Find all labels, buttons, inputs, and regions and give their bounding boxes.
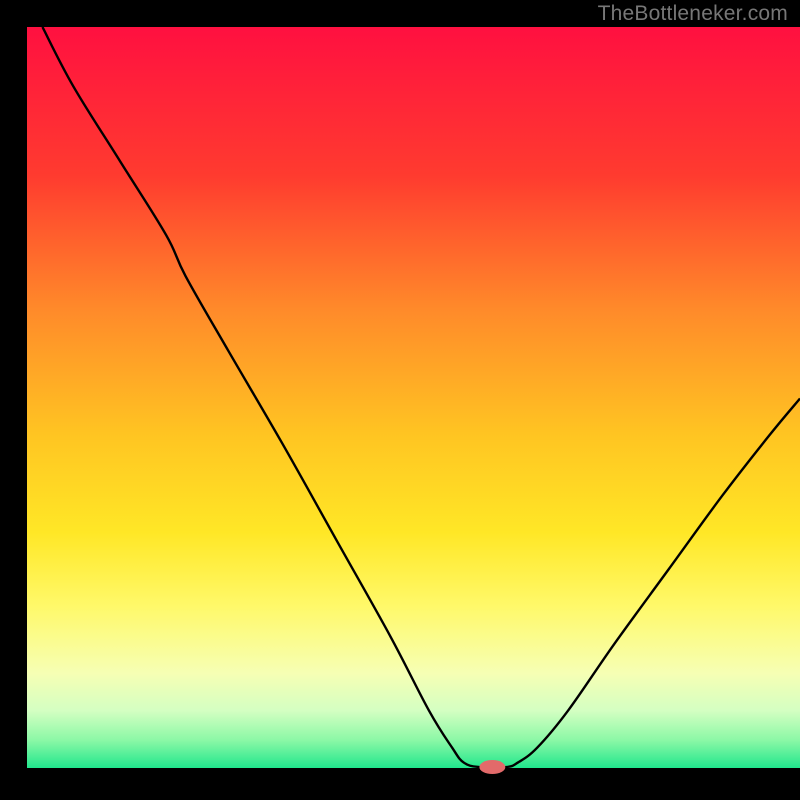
- optimal-point-marker: [479, 760, 505, 774]
- watermark-text: TheBottleneker.com: [598, 2, 788, 26]
- gradient-plot-area: [27, 27, 800, 770]
- bottleneck-chart: [0, 0, 800, 800]
- chart-stage: { "watermark": "TheBottleneker.com", "ch…: [0, 0, 800, 800]
